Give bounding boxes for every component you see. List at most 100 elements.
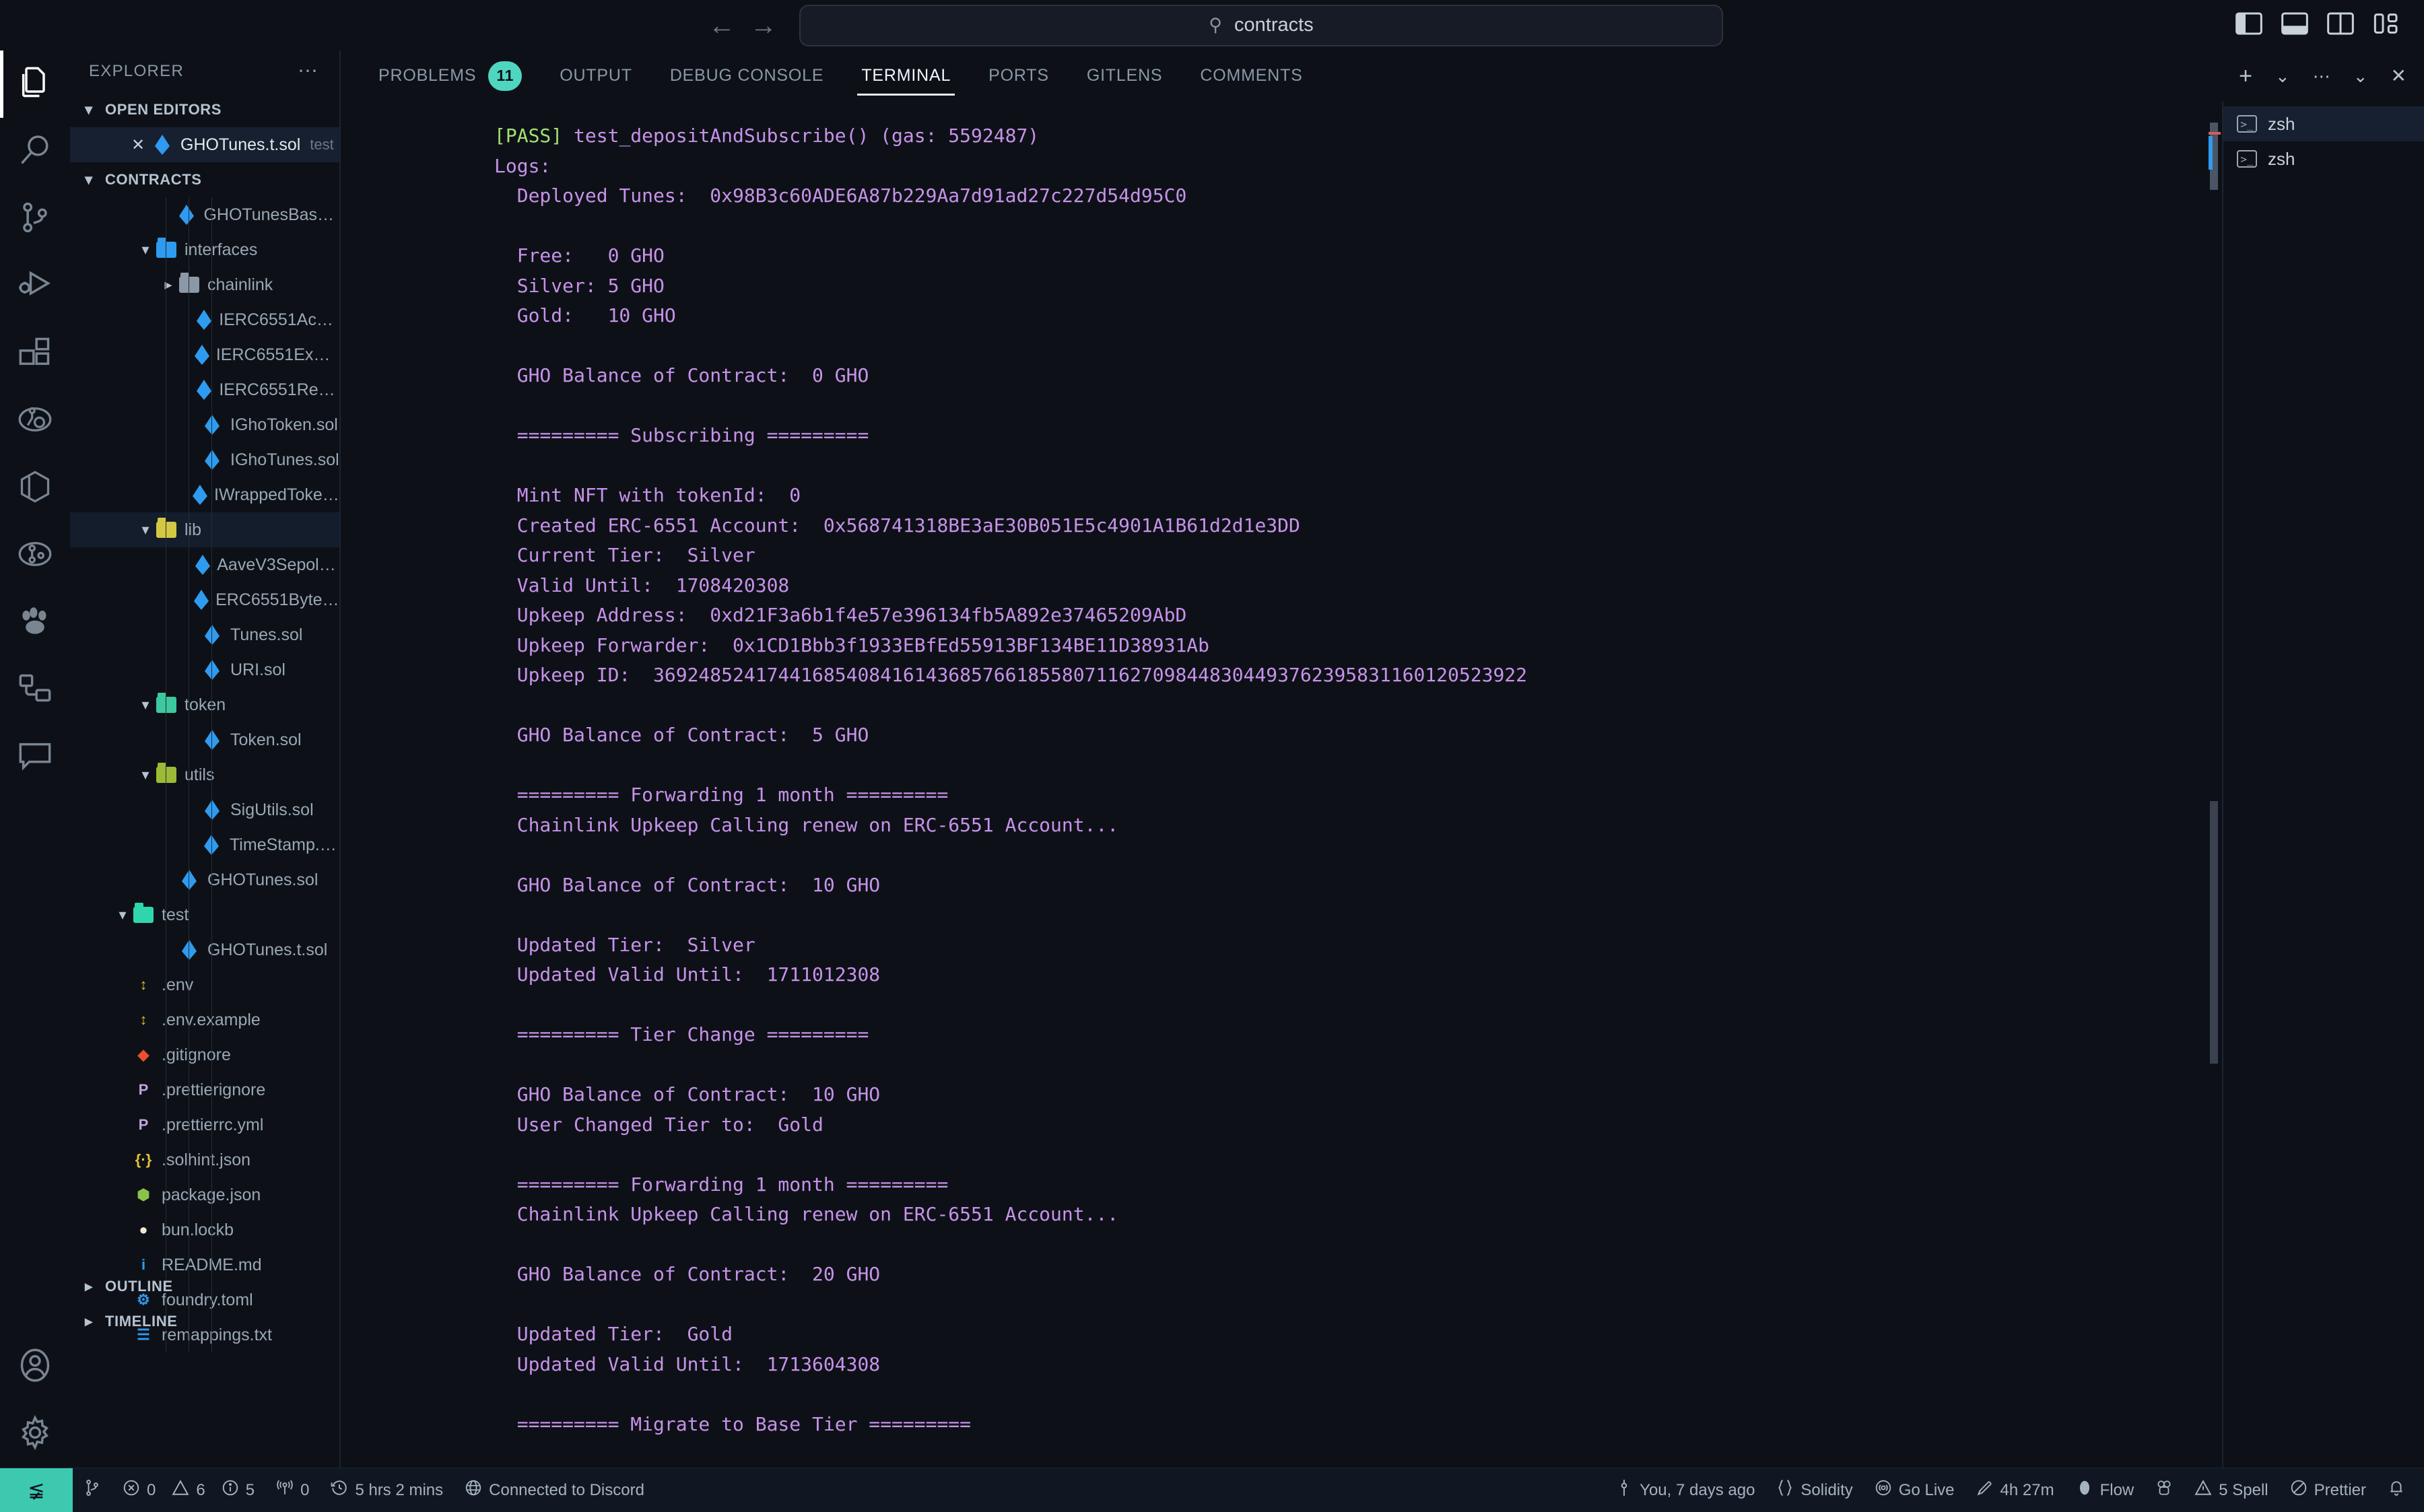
tree-file-row[interactable]: ⬢ package.json: [70, 1177, 339, 1212]
status-gitlens-blame[interactable]: You, 7 days ago: [1605, 1468, 1765, 1512]
status-wakatime[interactable]: 5 hrs 2 mins: [320, 1468, 454, 1512]
toggle-panel-icon[interactable]: [2281, 12, 2308, 38]
tree-file-row[interactable]: ● bun.lockb: [70, 1212, 339, 1247]
tree-file-row[interactable]: Tunes.sol: [70, 617, 339, 652]
tree-folder-row[interactable]: ▾ token: [70, 687, 339, 722]
toggle-secondary-sidebar-icon[interactable]: [2327, 12, 2354, 38]
tab-gitlens[interactable]: GITLENS: [1068, 50, 1182, 101]
sidebar-item-comments[interactable]: [0, 724, 70, 791]
status-language-mode[interactable]: Solidity: [1765, 1468, 1863, 1512]
tree-file-row[interactable]: IERC6551Executable.sol: [70, 337, 339, 372]
sidebar-item-pets[interactable]: [0, 589, 70, 656]
tree-file-row[interactable]: URI.sol: [70, 652, 339, 687]
tree-folder-row[interactable]: ▾ test: [70, 897, 339, 932]
tree-file-row[interactable]: P .prettierignore: [70, 1072, 339, 1107]
sidebar-item-source-control[interactable]: [0, 185, 70, 252]
manage-settings-button[interactable]: [0, 1400, 70, 1468]
ellipsis-icon[interactable]: ⋯: [298, 61, 319, 81]
forward-button[interactable]: →: [743, 5, 784, 46]
tree-file-row[interactable]: IERC6551Account.sol: [70, 302, 339, 337]
tree-folder-row[interactable]: ▾ lib: [70, 512, 339, 547]
section-timeline[interactable]: ▸ TIMELINE: [70, 1304, 339, 1339]
section-contracts[interactable]: ▾ CONTRACTS: [70, 162, 339, 197]
status-software-dashboard[interactable]: [2145, 1468, 2184, 1512]
terminal-profile-chevron-icon[interactable]: ⌄: [2275, 67, 2290, 85]
chevron-down-icon[interactable]: ▾: [136, 521, 155, 539]
section-open-editors[interactable]: ▾ OPEN EDITORS: [70, 92, 339, 127]
sidebar-item-testing[interactable]: [0, 387, 70, 454]
tree-folder-row[interactable]: ▸ chainlink: [70, 267, 339, 302]
customize-layout-icon[interactable]: [2373, 12, 2400, 38]
terminal-instance-item[interactable]: >_ zsh: [2223, 106, 2424, 141]
tree-file-row[interactable]: ◆ .gitignore: [70, 1037, 339, 1072]
sidebar-item-run-and-debug[interactable]: [0, 252, 70, 320]
sidebar-item-search[interactable]: [0, 118, 70, 185]
sidebar-item-gitlens[interactable]: [0, 522, 70, 589]
accounts-button[interactable]: [0, 1333, 70, 1400]
bun-icon: ●: [139, 1221, 148, 1238]
status-ports[interactable]: 0: [265, 1468, 320, 1512]
tree-file-row[interactable]: Token.sol: [70, 722, 339, 757]
quick-open-value: contracts: [1234, 14, 1314, 36]
close-panel-icon[interactable]: ✕: [2391, 66, 2406, 85]
tree-file-row[interactable]: AaveV3SepoliaGHO.sol: [70, 547, 339, 582]
broadcast-icon: [1875, 1479, 1892, 1501]
chevron-down-icon[interactable]: ▾: [136, 241, 155, 259]
tree-folder-row[interactable]: ▾ interfaces: [70, 232, 339, 267]
remote-window-button[interactable]: ≨: [0, 1468, 73, 1512]
chevron-down-icon[interactable]: ▾: [113, 906, 132, 924]
tree-file-row[interactable]: {·} .solhint.json: [70, 1142, 339, 1177]
section-outline[interactable]: ▸ OUTLINE: [70, 1269, 339, 1304]
terminal-instance-item[interactable]: >_ zsh: [2223, 141, 2424, 176]
tree-file-row[interactable]: IGhoToken.sol: [70, 407, 339, 442]
tab-comments[interactable]: COMMENTS: [1181, 50, 1321, 101]
tree-file-row[interactable]: IGhoTunes.sol: [70, 442, 339, 477]
sidebar-item-remote-explorer[interactable]: [0, 656, 70, 724]
tree-file-row[interactable]: P .prettierrc.yml: [70, 1107, 339, 1142]
status-discord[interactable]: Connected to Discord: [454, 1468, 655, 1512]
new-terminal-icon[interactable]: +: [2239, 65, 2252, 88]
status-ports-count: 0: [300, 1480, 310, 1499]
chevron-down-icon[interactable]: ▾: [136, 766, 155, 784]
tree-file-row[interactable]: GHOTunes.sol: [70, 862, 339, 897]
status-notifications[interactable]: [2377, 1468, 2424, 1512]
status-problems[interactable]: 0 6 5: [112, 1468, 265, 1512]
tree-file-row[interactable]: SigUtils.sol: [70, 792, 339, 827]
back-button[interactable]: ←: [701, 5, 743, 46]
tree-file-row[interactable]: ERC6551BytecodeLib.sol: [70, 582, 339, 617]
chevron-right-icon[interactable]: ▸: [159, 276, 178, 294]
status-flow-mode[interactable]: Flow: [2065, 1468, 2145, 1512]
sidebar-item-explorer[interactable]: [0, 50, 70, 118]
tab-problems[interactable]: PROBLEMS 11: [360, 50, 541, 101]
tree-file-row[interactable]: IERC6551Registry.sol: [70, 372, 339, 407]
tab-output[interactable]: OUTPUT: [541, 50, 651, 101]
tree-file-row[interactable]: GHOTunes.t.sol: [70, 932, 339, 967]
maximize-panel-chevron-icon[interactable]: ⌄: [2353, 67, 2368, 85]
status-code-time[interactable]: 4h 27m: [1965, 1468, 2065, 1512]
open-editor-item[interactable]: ✕ GHOTunes.t.sol test: [70, 127, 339, 162]
tree-file-row[interactable]: IWrappedTokenGatewayV3...: [70, 477, 339, 512]
tree-file-row[interactable]: ↕ .env: [70, 967, 339, 1002]
terminal-viewport[interactable]: [PASS] test_depositAndSubscribe() (gas: …: [341, 101, 2222, 1468]
terminal-scrollbar-thumb-lower[interactable]: [2210, 801, 2218, 1064]
status-spell-label: 5 Spell: [2219, 1480, 2268, 1499]
tab-terminal[interactable]: TERMINAL: [842, 50, 970, 101]
tab-debug-console[interactable]: DEBUG CONSOLE: [651, 50, 843, 101]
terminal-views-ellipsis-icon[interactable]: ⋯: [2313, 67, 2330, 85]
close-icon[interactable]: ✕: [127, 135, 149, 155]
tree-file-row[interactable]: TimeStamp.sol: [70, 827, 339, 862]
status-source-control[interactable]: [73, 1468, 112, 1512]
status-go-live[interactable]: Go Live: [1864, 1468, 1965, 1512]
chevron-down-icon[interactable]: ▾: [136, 696, 155, 714]
solidity-file-icon: [201, 625, 224, 645]
sidebar-item-docker[interactable]: [0, 454, 70, 522]
toggle-primary-sidebar-icon[interactable]: [2235, 12, 2262, 38]
tab-ports[interactable]: PORTS: [970, 50, 1068, 101]
tree-folder-row[interactable]: ▾ utils: [70, 757, 339, 792]
status-spell-checker[interactable]: 5 Spell: [2184, 1468, 2279, 1512]
tree-file-row[interactable]: GHOTunesBase.sol: [70, 197, 339, 232]
sidebar-item-extensions[interactable]: [0, 320, 70, 387]
status-prettier[interactable]: Prettier: [2279, 1468, 2377, 1512]
tree-file-row[interactable]: ↕ .env.example: [70, 1002, 339, 1037]
quick-open-input[interactable]: ⚲ contracts: [799, 4, 1723, 46]
